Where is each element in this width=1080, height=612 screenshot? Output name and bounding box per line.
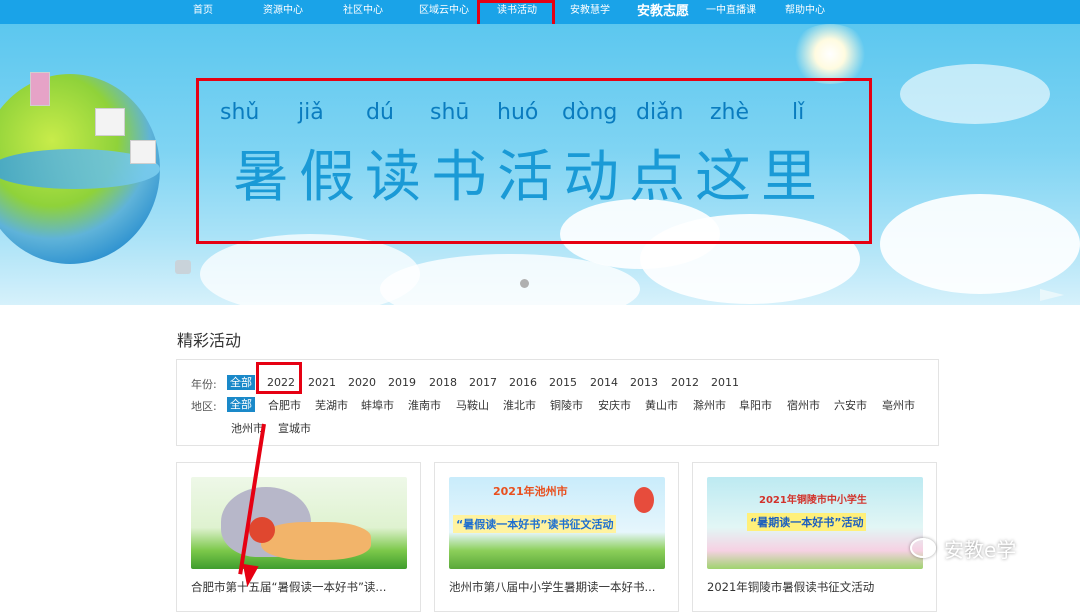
cloud <box>900 64 1050 124</box>
region-option[interactable]: 铜陵市 <box>550 398 583 413</box>
section-title: 精彩活动 <box>177 331 242 350</box>
pinyin: shǔ <box>220 100 260 125</box>
poster-line: 2021年池州市 <box>493 485 568 498</box>
poster-line: “暑期读一本好书”活动 <box>747 513 867 531</box>
pinyin: lǐ <box>792 100 805 125</box>
region-option[interactable]: 阜阳市 <box>739 398 772 413</box>
region-option[interactable]: 亳州市 <box>882 398 915 413</box>
region-option[interactable]: 宣城市 <box>278 421 311 436</box>
wechat-icon <box>910 538 936 558</box>
year-option[interactable]: 2015 <box>549 375 577 390</box>
card-title[interactable]: 合肥市第十五届“暑假读一本好书”读... <box>191 579 411 595</box>
card-title[interactable]: 池州市第八届中小学生暑期读一本好书... <box>449 579 669 595</box>
pinyin: dú <box>366 100 394 125</box>
activity-card[interactable]: 2021年铜陵市中小学生 “暑期读一本好书”活动 2021年铜陵市暑假读书征文活… <box>692 462 937 612</box>
region-option[interactable]: 滁州市 <box>693 398 726 413</box>
region-option[interactable]: 芜湖市 <box>315 398 348 413</box>
card-title[interactable]: 2021年铜陵市暑假读书征文活动 <box>707 579 927 595</box>
annotation-arrow-head <box>239 563 259 589</box>
pinyin: huó <box>497 100 539 125</box>
year-highlight-box <box>256 362 302 394</box>
nav-volunteer[interactable]: 安教志愿 <box>637 0 689 24</box>
activity-card[interactable]: 合肥市第十五届“暑假读一本好书”读... <box>176 462 421 612</box>
nav-resources[interactable]: 资源中心 <box>263 0 303 24</box>
year-label: 年份: <box>191 378 217 391</box>
region-label: 地区: <box>191 400 217 413</box>
year-option-all[interactable]: 全部 <box>227 375 255 390</box>
child-illustration <box>249 517 275 543</box>
carousel-dot[interactable] <box>520 279 529 288</box>
year-option[interactable]: 2016 <box>509 375 537 390</box>
year-option[interactable]: 2021 <box>308 375 336 390</box>
sun-glow <box>790 24 870 84</box>
nav-home[interactable]: 首页 <box>193 0 213 24</box>
pinyin: dòng <box>562 100 618 125</box>
region-option[interactable]: 马鞍山 <box>456 398 489 413</box>
paper-plane-icon <box>1040 289 1064 301</box>
region-option[interactable]: 池州市 <box>231 421 264 436</box>
region-option[interactable]: 六安市 <box>834 398 867 413</box>
pinyin: diǎn <box>636 100 684 125</box>
region-option[interactable]: 安庆市 <box>598 398 631 413</box>
cat-illustration <box>261 522 371 560</box>
year-option[interactable]: 2017 <box>469 375 497 390</box>
banner-title[interactable]: 暑假读书活动点这里 <box>205 132 855 213</box>
nav-smart-learning[interactable]: 安教慧学 <box>570 0 610 24</box>
year-option[interactable]: 2011 <box>711 375 739 390</box>
region-option[interactable]: 宿州市 <box>787 398 820 413</box>
balloon-icon <box>634 487 654 513</box>
pinyin: shū <box>430 100 470 125</box>
card-image[interactable] <box>191 477 407 569</box>
nav-live-class[interactable]: 一中直播课 <box>706 0 756 24</box>
pinyin: jiǎ <box>298 100 324 125</box>
region-option[interactable]: 淮北市 <box>503 398 536 413</box>
region-option-all[interactable]: 全部 <box>227 397 255 412</box>
tower-icon <box>30 72 50 106</box>
year-option[interactable]: 2013 <box>630 375 658 390</box>
region-option[interactable]: 黄山市 <box>645 398 678 413</box>
region-option[interactable]: 淮南市 <box>408 398 441 413</box>
poster-line: 2021年铜陵市中小学生 <box>759 495 867 506</box>
year-option[interactable]: 2018 <box>429 375 457 390</box>
nav-help[interactable]: 帮助中心 <box>785 0 825 24</box>
nav-regional-cloud[interactable]: 区域云中心 <box>419 0 469 24</box>
house-icon <box>95 108 125 136</box>
pinyin: zhè <box>710 100 750 125</box>
year-option[interactable]: 2020 <box>348 375 376 390</box>
house-icon <box>130 140 156 164</box>
cloud <box>880 194 1080 294</box>
year-option[interactable]: 2014 <box>590 375 618 390</box>
year-option[interactable]: 2019 <box>388 375 416 390</box>
satellite-icon <box>175 260 191 274</box>
nav-community[interactable]: 社区中心 <box>343 0 383 24</box>
region-option[interactable]: 合肥市 <box>268 398 301 413</box>
activity-card[interactable]: 2021年池州市 “暑假读一本好书”读书征文活动 池州市第八届中小学生暑期读一本… <box>434 462 679 612</box>
poster-line: “暑假读一本好书”读书征文活动 <box>453 515 617 533</box>
card-image[interactable]: 2021年池州市 “暑假读一本好书”读书征文活动 <box>449 477 665 569</box>
region-option[interactable]: 蚌埠市 <box>361 398 394 413</box>
year-option[interactable]: 2012 <box>671 375 699 390</box>
watermark: 安教e学 <box>944 538 1017 562</box>
card-image[interactable]: 2021年铜陵市中小学生 “暑期读一本好书”活动 <box>707 477 923 569</box>
